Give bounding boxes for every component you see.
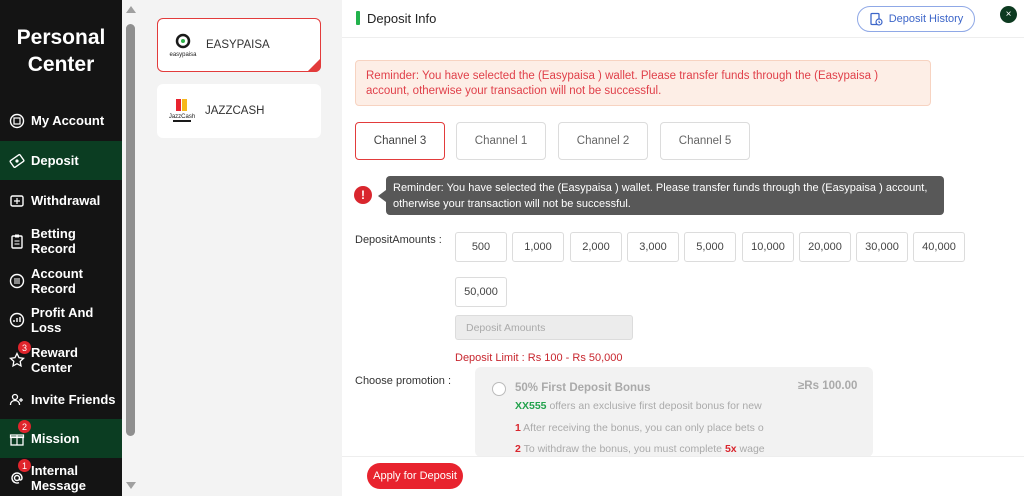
chart-icon (8, 311, 26, 329)
rule-text: After receiving the bonus, you can only … (520, 422, 764, 434)
amount-option[interactable]: 500 (455, 232, 507, 262)
amount-option[interactable]: 10,000 (742, 232, 794, 262)
header-accent-bar (356, 11, 360, 25)
reminder-tooltip: Reminder: You have selected the (Easypai… (386, 176, 944, 215)
page-title: Deposit Info (367, 11, 437, 26)
promotion-minimum: ≥Rs 100.00 (798, 380, 858, 392)
close-button[interactable]: × (1000, 6, 1017, 23)
promotion-desc-text: offers an exclusive first deposit bonus … (546, 400, 762, 412)
sidebar-item-my-account[interactable]: My Account (0, 101, 122, 140)
sidebar-title-line2: Center (27, 53, 95, 76)
sidebar-item-deposit[interactable]: Deposit (0, 141, 122, 180)
amount-option[interactable]: 20,000 (799, 232, 851, 262)
sidebar-item-withdrawal[interactable]: Withdrawal (0, 181, 122, 220)
svg-text:JazzCash: JazzCash (169, 114, 195, 120)
alert-icon[interactable]: ! (354, 186, 372, 204)
choose-promotion-label: Choose promotion : (355, 375, 451, 387)
sidebar-item-profit-and-loss[interactable]: Profit And Loss (0, 300, 122, 339)
wallet-label: JAZZCASH (205, 105, 265, 117)
panel-footer: Apply for Deposit (342, 456, 1024, 496)
sidebar-item-label: Internal Message (31, 462, 86, 493)
svg-text:easypaisa: easypaisa (169, 52, 197, 58)
deposit-amounts-label: DepositAmounts : (355, 234, 442, 246)
sidebar-item-account-record[interactable]: Account Record (0, 261, 122, 300)
deposit-panel: Deposit Info Deposit History × Reminder:… (342, 0, 1024, 496)
tab-channel-2[interactable]: Channel 2 (558, 122, 648, 160)
deposit-history-label: Deposit History (888, 13, 964, 25)
amount-option[interactable]: 5,000 (684, 232, 736, 262)
sidebar-item-label: Mission (31, 431, 80, 446)
scrollbar-thumb[interactable] (126, 24, 135, 436)
tab-channel-3[interactable]: Channel 3 (355, 122, 445, 160)
sidebar-item-label: My Account (31, 113, 105, 128)
people-icon (8, 391, 26, 409)
sidebar-title-line1: Personal (16, 26, 106, 49)
deposit-limit-text: Deposit Limit : Rs 100 - Rs 50,000 (455, 352, 623, 364)
sidebar-item-invite-friends[interactable]: Invite Friends (0, 380, 122, 419)
sidebar-title: Personal Center (0, 24, 122, 78)
wallet-list: easypaisa EASYPAISA JazzCash JAZZCASH (140, 0, 342, 496)
reminder-notice: Reminder: You have selected the (Easypai… (355, 60, 931, 106)
promotion-card[interactable]: 50% First Deposit Bonus ≥Rs 100.00 XX555… (475, 367, 873, 457)
amount-option[interactable]: 2,000 (570, 232, 622, 262)
sidebar-scrollbar[interactable] (122, 0, 140, 496)
sidebar-item-internal-message[interactable]: 1 Internal Message (0, 459, 122, 496)
sidebar-item-reward-center[interactable]: 3 Reward Center (0, 340, 122, 379)
notification-badge: 1 (18, 459, 31, 472)
wallet-easypaisa[interactable]: easypaisa EASYPAISA (157, 18, 321, 72)
rule-text: To withdraw the bonus, you must complete (520, 443, 725, 455)
apply-for-deposit-button[interactable]: Apply for Deposit (367, 463, 463, 489)
promotion-title: 50% First Deposit Bonus (515, 382, 651, 394)
amount-option[interactable]: 40,000 (913, 232, 965, 262)
rule-text-end: wage (736, 443, 765, 455)
sidebar-item-label: Account Record (31, 265, 83, 296)
wallet-label: EASYPAISA (206, 39, 270, 51)
panel-header: Deposit Info Deposit History × (342, 0, 1024, 38)
amount-option[interactable]: 1,000 (512, 232, 564, 262)
deposit-amount-input[interactable]: Deposit Amounts (455, 315, 633, 340)
amount-option[interactable]: 50,000 (455, 277, 507, 307)
promotion-description: XX555 offers an exclusive first deposit … (515, 400, 762, 412)
sidebar: Personal Center My Account Deposit Withd… (0, 0, 122, 496)
scroll-down-icon[interactable] (126, 482, 136, 489)
deposit-history-button[interactable]: Deposit History (857, 6, 975, 32)
amount-option[interactable]: 3,000 (627, 232, 679, 262)
promotion-brand: XX555 (515, 400, 547, 412)
sidebar-item-mission[interactable]: 2 Mission (0, 419, 122, 458)
tooltip-arrow (378, 190, 386, 202)
wallet-jazzcash[interactable]: JazzCash JAZZCASH (157, 84, 321, 138)
sidebar-item-label: Profit And Loss (31, 304, 94, 335)
record-icon (8, 272, 26, 290)
deposit-icon (8, 152, 26, 170)
clipboard-icon (8, 232, 26, 250)
sidebar-item-label: Invite Friends (31, 392, 116, 407)
sidebar-item-label: Withdrawal (31, 193, 101, 208)
sidebar-item-betting-record[interactable]: Betting Record (0, 221, 122, 260)
sidebar-item-label: Reward Center (31, 344, 78, 375)
account-icon (8, 112, 26, 130)
notification-badge: 2 (18, 420, 31, 433)
selected-check-icon (307, 58, 321, 72)
jazzcash-logo-icon: JazzCash (167, 96, 197, 126)
scroll-up-icon[interactable] (126, 6, 136, 13)
sidebar-item-label: Deposit (31, 153, 79, 168)
tab-channel-1[interactable]: Channel 1 (456, 122, 546, 160)
withdrawal-icon (8, 192, 26, 210)
promotion-rule-2: 2 To withdraw the bonus, you must comple… (515, 443, 765, 455)
promotion-rule-1: 1 After receiving the bonus, you can onl… (515, 422, 764, 434)
tab-channel-5[interactable]: Channel 5 (660, 122, 750, 160)
sidebar-item-label: Betting Record (31, 225, 76, 256)
history-icon (870, 12, 883, 26)
rule-multiplier: 5x (724, 443, 737, 455)
easypaisa-logo-icon: easypaisa (168, 30, 198, 60)
amount-option[interactable]: 30,000 (856, 232, 908, 262)
notification-badge: 3 (18, 341, 31, 354)
promotion-radio[interactable] (492, 382, 506, 396)
